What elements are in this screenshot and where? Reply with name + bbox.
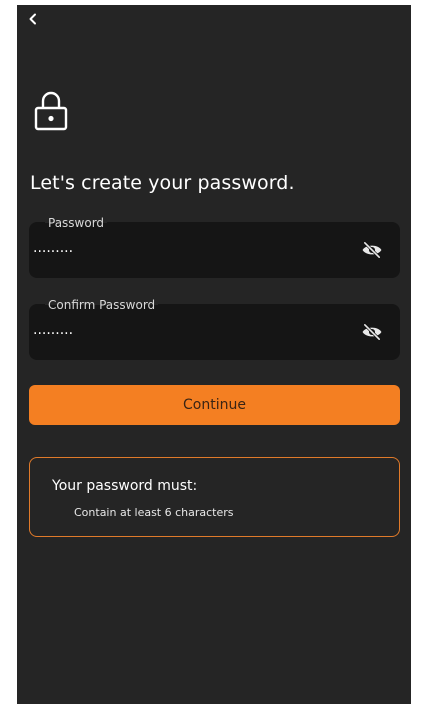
password-requirements: Your password must: Contain at least 6 c… <box>29 457 400 537</box>
eye-off-icon[interactable] <box>361 323 383 341</box>
requirement-item: Contain at least 6 characters <box>74 506 234 519</box>
continue-button[interactable]: Continue <box>29 385 400 425</box>
chevron-left-icon <box>29 13 36 25</box>
password-field[interactable]: Password <box>29 216 400 278</box>
eye-off-icon[interactable] <box>361 241 383 259</box>
password-screen: Let's create your password. Password Con… <box>17 5 411 704</box>
page-title: Let's create your password. <box>30 172 295 194</box>
confirm-password-label: Confirm Password <box>45 298 159 312</box>
requirements-title: Your password must: <box>52 478 198 494</box>
password-input[interactable] <box>31 240 335 264</box>
back-button[interactable] <box>23 9 43 29</box>
confirm-password-input[interactable] <box>31 322 335 346</box>
lock-icon <box>34 91 68 131</box>
confirm-password-field[interactable]: Confirm Password <box>29 298 400 360</box>
password-label: Password <box>45 216 108 230</box>
